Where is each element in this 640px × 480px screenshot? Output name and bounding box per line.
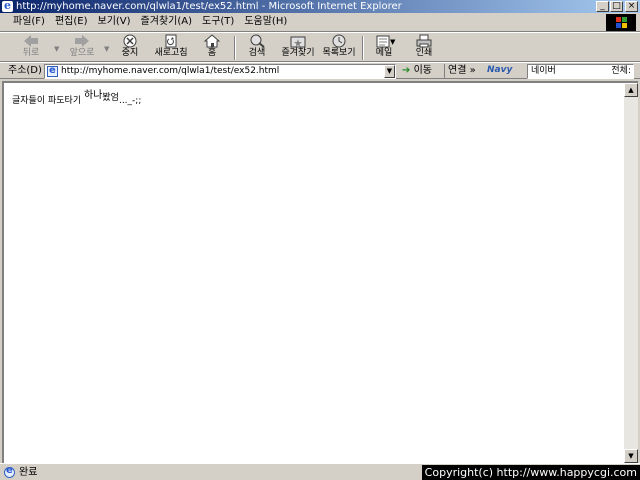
menu-edit[interactable]: 편집(E) (50, 13, 93, 31)
go-button[interactable]: ➔ 이동 (402, 64, 432, 78)
forward-arrow-icon (74, 34, 90, 48)
forward-button[interactable]: 앞으로 (62, 34, 102, 61)
title-bar: http://myhome.naver.com/qlwla1/test/ex52… (0, 0, 640, 13)
back-dropdown-icon[interactable]: ▼ (54, 45, 59, 53)
back-arrow-icon (23, 34, 39, 48)
navy-toolbar-logo[interactable]: Navy (487, 65, 512, 75)
window-controls: _ □ × (595, 1, 638, 12)
status-bar: 완료 Copyright(c) http://www.happycgi.com (0, 463, 640, 480)
wave-text-tail: ..._-;; (118, 96, 142, 106)
search-button[interactable]: 검색 (242, 34, 272, 61)
menu-view[interactable]: 보기(V) (93, 13, 136, 31)
history-icon (331, 34, 347, 48)
forward-dropdown-icon[interactable]: ▼ (104, 45, 109, 53)
close-button[interactable]: × (625, 1, 638, 12)
toolbar-separator (234, 36, 236, 60)
mail-dropdown-icon[interactable]: ▼ (390, 38, 395, 46)
ie-app-icon[interactable] (2, 0, 13, 12)
navy-search-value: 네이버 (531, 66, 556, 76)
menu-file[interactable]: 파일(F) (8, 13, 50, 31)
favorites-label: 즐겨찾기 (281, 48, 315, 58)
stop-icon (122, 34, 138, 48)
go-label: 이동 (413, 65, 432, 76)
address-input[interactable]: http://myhome.naver.com/qlwla1/test/ex52… (44, 64, 396, 79)
search-label: 검색 (248, 48, 266, 58)
address-label: 주소(D) (8, 65, 42, 76)
history-label: 목록보기 (322, 48, 356, 58)
vertical-scrollbar[interactable]: ▲ ▼ (624, 81, 638, 463)
home-button[interactable]: 홈 (198, 34, 226, 61)
window-title: http://myhome.naver.com/qlwla1/test/ex52… (16, 1, 402, 12)
history-button[interactable]: 목록보기 (320, 34, 358, 61)
scroll-up-icon[interactable]: ▲ (624, 83, 638, 97)
menu-tools[interactable]: 도구(T) (197, 13, 239, 31)
print-button[interactable]: 인쇄 (410, 34, 438, 61)
mail-label: 메일 (375, 48, 393, 58)
home-icon (203, 34, 221, 48)
menu-bar: 파일(F) 편집(E) 보기(V) 즐겨찾기(A) 도구(T) 도움말(H) (0, 13, 640, 32)
forward-label: 앞으로 (69, 48, 95, 58)
refresh-icon (163, 34, 179, 48)
menu-favorites[interactable]: 즐겨찾기(A) (136, 13, 197, 31)
home-label: 홈 (207, 48, 217, 58)
printer-icon (416, 34, 432, 48)
address-bar: 주소(D) http://myhome.naver.com/qlwla1/tes… (0, 62, 640, 79)
refresh-button[interactable]: 새로고침 (150, 34, 192, 61)
search-globe-icon (249, 34, 265, 48)
copyright-banner: Copyright(c) http://www.happycgi.com (421, 465, 640, 480)
back-button[interactable]: 뒤로 (10, 34, 52, 61)
wave-text: 글자들이 파도타기 하나봤엄..._-;; (12, 90, 142, 106)
address-url: http://myhome.naver.com/qlwla1/test/ex52… (61, 66, 280, 76)
print-label: 인쇄 (415, 48, 433, 58)
wave-text-main: 글자들이 파도타기 (12, 96, 82, 106)
navy-search-category[interactable]: 전체: (611, 65, 631, 78)
refresh-label: 새로고침 (154, 48, 188, 58)
address-dropdown-icon[interactable]: ▼ (384, 65, 395, 78)
favorites-icon (290, 34, 306, 48)
wave-text-part2: 봤엄 (102, 93, 119, 103)
navy-search-input[interactable]: 네이버 전체: (527, 64, 634, 79)
favorites-button[interactable]: 즐겨찾기 (278, 34, 318, 61)
status-text: 완료 (19, 467, 38, 478)
wave-text-part1: 하나 (83, 90, 103, 101)
scroll-down-icon[interactable]: ▼ (624, 449, 638, 463)
toolbar-separator (362, 36, 364, 60)
back-label: 뒤로 (22, 48, 40, 58)
maximize-button[interactable]: □ (610, 1, 623, 12)
stop-label: 중지 (121, 48, 139, 58)
links-button[interactable]: 연결 » (444, 64, 476, 78)
standard-toolbar: 뒤로 ▼ 앞으로 ▼ 중지 새로고침 홈 검색 즐겨찾기 목록보기 메일 ▼ 인… (0, 32, 640, 62)
stop-button[interactable]: 중지 (114, 34, 146, 61)
page-content: 글자들이 파도타기 하나봤엄..._-;; (2, 81, 624, 463)
go-arrow-icon: ➔ (402, 65, 411, 76)
minimize-button[interactable]: _ (596, 1, 609, 12)
ie-status-icon (4, 465, 15, 478)
windows-logo-icon (606, 14, 636, 31)
menu-help[interactable]: 도움말(H) (239, 13, 292, 31)
page-icon (47, 65, 58, 77)
